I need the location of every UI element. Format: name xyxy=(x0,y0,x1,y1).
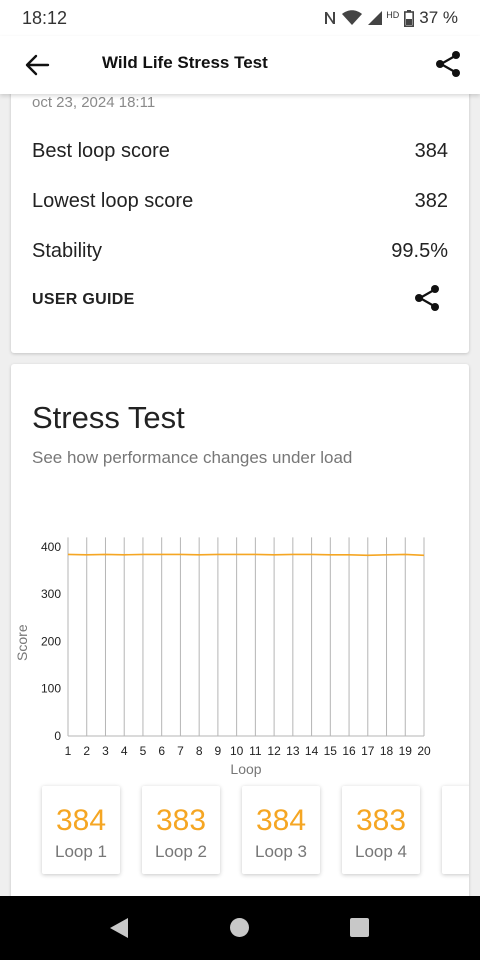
x-tick-label: 3 xyxy=(102,744,109,758)
loop-card[interactable]: 384 Loop 1 xyxy=(42,786,120,874)
status-bar: 18:12 HD 37 % xyxy=(0,0,480,36)
loop-label: Loop 3 xyxy=(255,842,307,861)
y-axis-label: Score xyxy=(14,624,30,661)
share-icon[interactable] xyxy=(432,48,464,80)
y-tick-label: 300 xyxy=(41,587,61,601)
network-type-label: HD xyxy=(386,10,400,20)
content-scroll[interactable]: oct 23, 2024 18:11 Best loop score 384 L… xyxy=(0,94,480,896)
loop-card[interactable]: 383 Loop 2 xyxy=(142,786,220,874)
x-tick-label: 1 xyxy=(65,744,72,758)
summary-card: oct 23, 2024 18:11 Best loop score 384 L… xyxy=(11,94,469,353)
y-tick-label: 0 xyxy=(54,729,61,743)
loop-label: Loop 4 xyxy=(355,842,407,861)
x-tick-label: 16 xyxy=(342,744,356,758)
x-tick-label: 4 xyxy=(121,744,128,758)
stress-test-title: Stress Test xyxy=(32,400,185,435)
loop-label: Loop 1 xyxy=(55,842,107,861)
x-tick-label: 7 xyxy=(177,744,184,758)
stress-test-card: Stress Test See how performance changes … xyxy=(11,364,469,896)
x-tick-label: 5 xyxy=(140,744,147,758)
x-tick-label: 17 xyxy=(361,744,375,758)
stability-label: Stability xyxy=(32,240,103,262)
lowest-loop-row: Lowest loop score 382 xyxy=(32,190,448,213)
nav-recents-icon[interactable] xyxy=(350,918,369,937)
user-guide-button[interactable]: USER GUIDE xyxy=(32,291,135,309)
loop-score: 384 xyxy=(255,804,307,837)
x-tick-label: 11 xyxy=(249,744,262,758)
x-tick-label: 10 xyxy=(230,744,244,758)
x-tick-label: 15 xyxy=(324,744,338,758)
status-time: 18:12 xyxy=(22,7,68,28)
series-line xyxy=(67,553,425,557)
x-tick-label: 9 xyxy=(215,744,222,758)
loop-score: 384 xyxy=(55,804,107,837)
signal-icon xyxy=(368,11,383,25)
loop-label: Loop 2 xyxy=(155,842,207,861)
x-tick-label: 13 xyxy=(286,744,300,758)
y-tick-label: 100 xyxy=(41,682,61,696)
battery-percent: 37 % xyxy=(419,8,458,27)
x-tick-label: 18 xyxy=(380,744,394,758)
lowest-loop-label: Lowest loop score xyxy=(32,190,194,212)
stress-test-subtitle: See how performance changes under load xyxy=(32,448,353,467)
lowest-loop-value: 382 xyxy=(414,190,448,212)
best-loop-label: Best loop score xyxy=(32,140,170,162)
test-date: oct 23, 2024 18:11 xyxy=(32,94,156,111)
wifi-icon xyxy=(342,10,363,25)
nav-home-icon[interactable] xyxy=(230,918,249,937)
loop-score: 383 xyxy=(155,804,207,837)
best-loop-value: 384 xyxy=(414,140,448,162)
loop-card[interactable]: 383 Loop 4 xyxy=(342,786,420,874)
nav-back-icon[interactable] xyxy=(108,916,130,940)
x-tick-label: 12 xyxy=(267,744,281,758)
stability-row: Stability 99.5% xyxy=(32,240,448,263)
x-tick-label: 19 xyxy=(399,744,413,758)
loop-score: 383 xyxy=(355,804,407,837)
stress-chart: 01002003004001 2 3 4 5 6 7 8 9 10 11 12 13 14 15 16 17 18… xyxy=(14,537,431,777)
app-bar: Wild Life Stress Test xyxy=(0,36,480,94)
y-tick-label: 400 xyxy=(41,540,61,554)
page-title: Wild Life Stress Test xyxy=(102,53,268,72)
x-tick-label: 2 xyxy=(83,744,90,758)
battery-icon xyxy=(404,9,415,27)
stability-value: 99.5% xyxy=(391,240,448,262)
x-tick-label: 14 xyxy=(305,744,319,758)
x-tick-label: 8 xyxy=(196,744,203,758)
y-tick-label: 200 xyxy=(41,634,61,648)
navigation-bar xyxy=(0,896,480,960)
loop-card-partial[interactable] xyxy=(442,786,469,874)
share-icon[interactable] xyxy=(411,282,443,314)
arrow-left-icon[interactable] xyxy=(22,50,52,80)
best-loop-row: Best loop score 384 xyxy=(32,140,448,163)
nfc-icon xyxy=(325,12,336,24)
x-axis-label: Loop xyxy=(230,761,261,777)
x-tick-label: 20 xyxy=(417,744,431,758)
status-icons: HD 37 % xyxy=(323,8,458,28)
loop-card[interactable]: 384 Loop 3 xyxy=(242,786,320,874)
x-tick-label: 6 xyxy=(158,744,165,758)
